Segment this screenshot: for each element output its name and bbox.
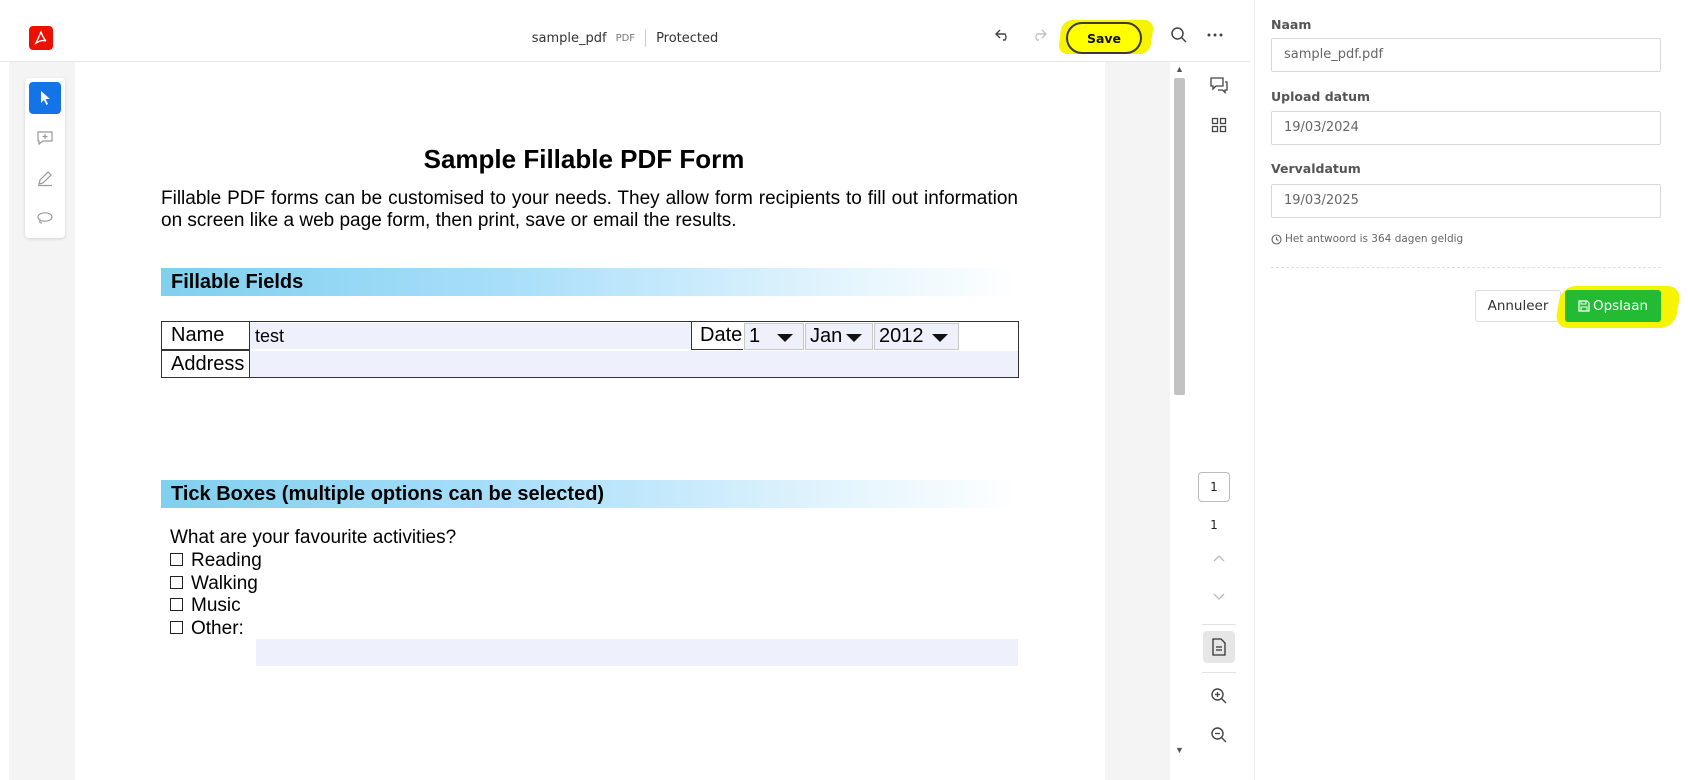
page-fit-icon[interactable] [1203,631,1235,663]
option-label: Other: [191,618,244,639]
add-comment-icon[interactable] [29,122,61,154]
date-day-value: 1 [749,325,761,347]
draw-icon[interactable] [29,162,61,194]
chevron-down-icon [932,334,948,342]
pdf-page: Sample Fillable PDF Form Fillable PDF fo… [75,62,1105,780]
option-label: Walking [191,573,258,594]
date-month-value: Jan [810,325,843,347]
expiry-date-label: Vervaldatum [1271,161,1361,176]
lasso-icon[interactable] [29,202,61,234]
upload-date-field[interactable]: 19/03/2024 [1271,111,1661,145]
tick-boxes-header: Tick Boxes (multiple options can be sele… [161,480,1018,508]
zoom-out-icon[interactable] [1205,721,1233,749]
scrollbar-thumb[interactable] [1174,78,1185,395]
fillable-fields-table: Name test Date 1 Jan 2012 Address [161,321,1019,378]
comments-icon[interactable] [1205,71,1233,99]
chevron-down-icon [846,334,862,342]
validity-help: Het antwoord is 364 dagen geldig [1271,233,1463,245]
search-icon[interactable] [1166,22,1192,48]
address-input[interactable] [250,351,1018,377]
left-toolbar [9,62,75,780]
form-divider [1271,267,1661,268]
zoom-in-icon[interactable] [1205,682,1233,710]
option-label: Reading [191,550,262,571]
total-pages: 1 [1210,518,1218,532]
opslaan-label: Opslaan [1592,298,1649,314]
details-panel: Naam sample_pdf.pdf Upload datum 19/03/2… [1254,0,1688,780]
undo-icon[interactable] [990,22,1016,48]
vertical-scrollbar[interactable]: ▲ ▼ [1172,62,1187,780]
scroll-up-arrow-icon[interactable]: ▲ [1175,64,1184,74]
pdf-title: Sample Fillable PDF Form [423,144,745,174]
address-label: Address [162,350,250,378]
chevron-down-icon [777,334,793,342]
fillable-fields-header: Fillable Fields [161,268,1018,296]
name-field-label: Naam [1271,17,1312,32]
page-gutter [1105,62,1170,780]
date-month-select[interactable]: Jan [805,323,873,350]
option-reading: Reading [170,550,262,572]
option-walking: Walking [170,573,258,595]
document-type-badge: PDF [615,32,636,44]
cancel-button[interactable]: Annuleer [1475,290,1561,322]
pdf-intro-text: Fillable PDF forms can be customised to … [161,188,1018,231]
walking-checkbox[interactable] [170,575,183,589]
expiry-date-field[interactable]: 19/03/2025 [1271,184,1661,218]
more-icon[interactable] [1202,22,1228,48]
other-input[interactable] [256,639,1018,666]
name-input[interactable]: test [250,323,691,349]
option-label: Music [191,595,241,616]
title-divider [645,29,647,47]
top-toolbar: sample_pdf PDF Protected Save [0,0,1250,62]
document-page-area: Sample Fillable PDF Form Fillable PDF fo… [75,62,1105,780]
validity-text: Het antwoord is 364 dagen geldig [1285,233,1464,245]
date-year-value: 2012 [879,325,924,347]
right-rail: 1 1 [1188,62,1250,780]
clock-icon [1271,233,1282,245]
acrobat-logo-icon[interactable] [29,26,53,50]
option-other: Other: [170,618,244,640]
scroll-down-arrow-icon[interactable]: ▼ [1175,745,1184,755]
name-field[interactable]: sample_pdf.pdf [1271,38,1661,72]
option-music: Music [170,595,241,617]
upload-date-label: Upload datum [1271,89,1370,104]
rail-divider [1202,672,1236,673]
tool-panel [25,78,65,238]
page-down-icon[interactable] [1205,583,1233,611]
select-cursor-icon[interactable] [29,82,61,114]
current-page-input[interactable]: 1 [1198,472,1230,502]
thumbnails-icon[interactable] [1205,111,1233,139]
tick-question: What are your favourite activities? [170,527,457,548]
date-day-select[interactable]: 1 [744,323,804,350]
redo-icon[interactable] [1026,22,1052,48]
reading-checkbox[interactable] [170,552,183,566]
name-label: Name [162,322,250,350]
date-year-select[interactable]: 2012 [874,323,959,350]
pdf-viewer: sample_pdf PDF Protected Save Sample Fil… [0,0,1250,780]
protection-status: Protected [656,30,719,46]
opslaan-button[interactable]: Opslaan [1565,290,1661,322]
date-label: Date [691,322,743,350]
save-disk-icon [1578,300,1590,312]
rail-divider [1202,624,1236,625]
other-checkbox[interactable] [170,620,183,634]
music-checkbox[interactable] [170,597,183,611]
document-name: sample_pdf [531,30,607,46]
page-up-icon[interactable] [1205,544,1233,572]
save-button[interactable]: Save [1066,22,1142,54]
